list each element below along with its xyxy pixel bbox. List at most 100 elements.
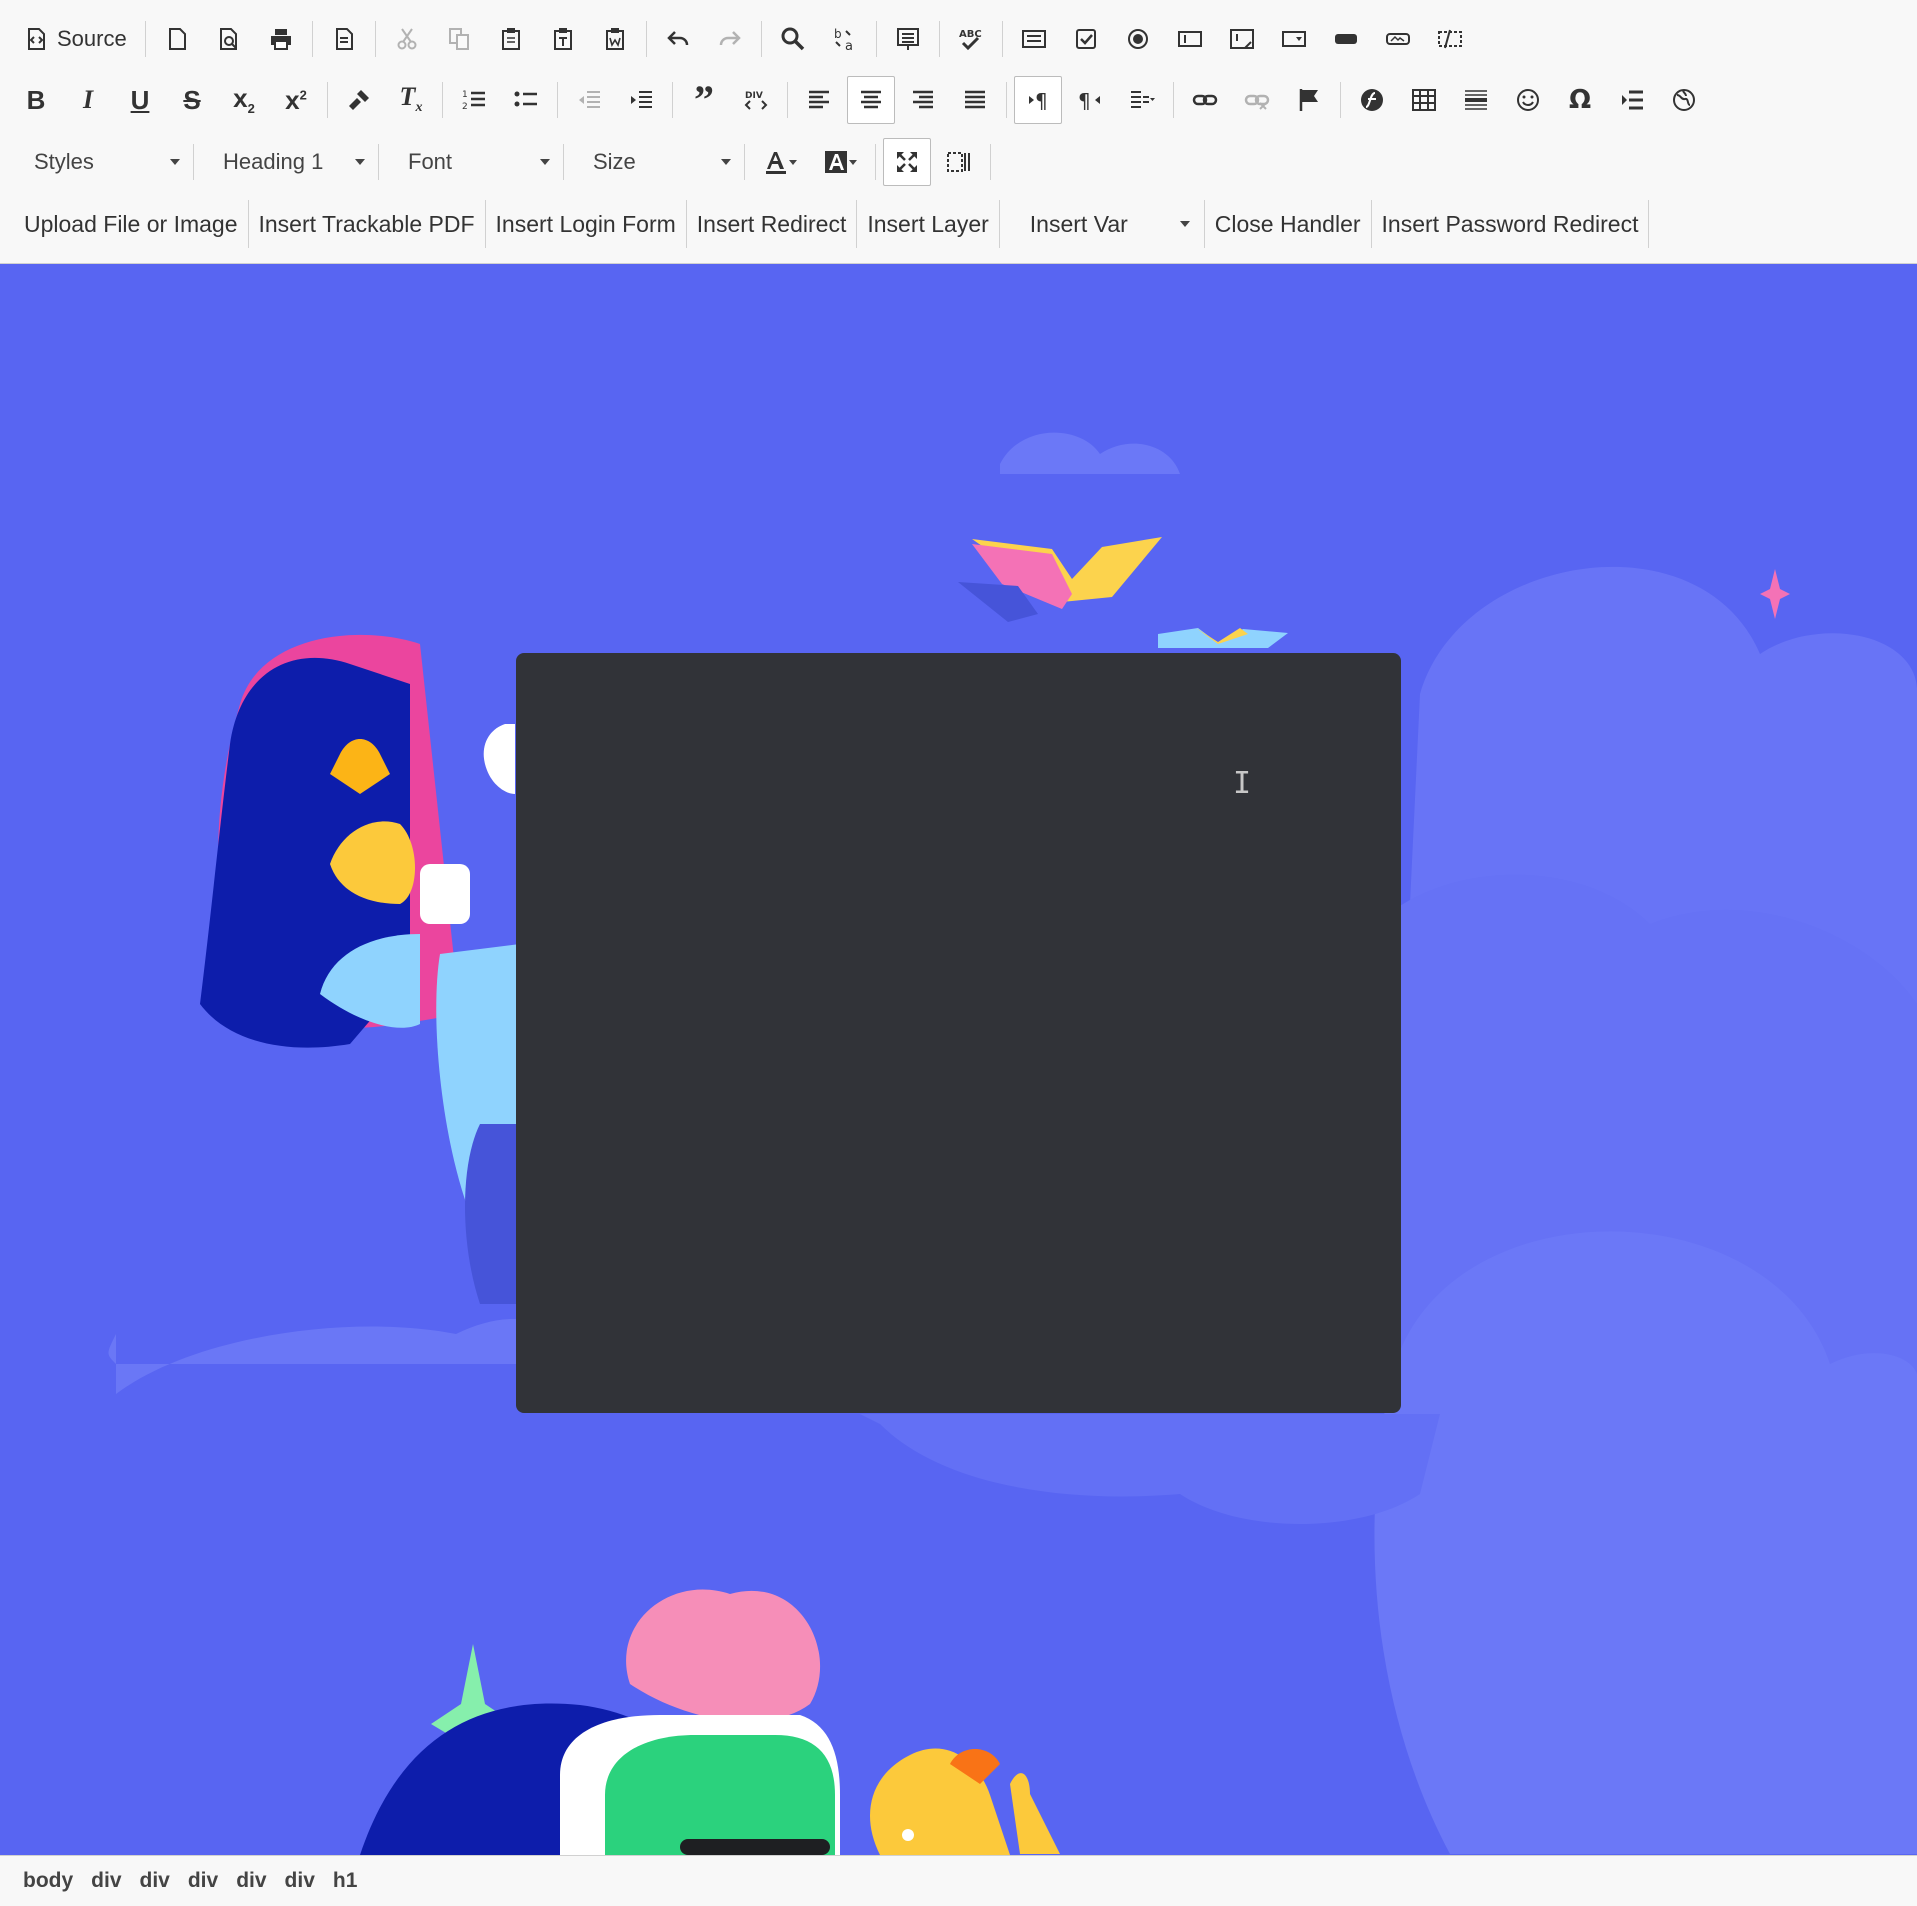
outdent-button[interactable] xyxy=(565,76,613,124)
anchor-button[interactable] xyxy=(1285,76,1333,124)
bulleted-list-button[interactable] xyxy=(502,76,550,124)
select-all-button[interactable] xyxy=(884,15,932,63)
redo-button[interactable] xyxy=(706,15,754,63)
blockquote-button[interactable]: ” xyxy=(680,76,728,124)
path-item-div[interactable]: div xyxy=(276,1869,324,1893)
content-panel[interactable] xyxy=(516,653,1401,1413)
remove-format-button[interactable]: Tx xyxy=(387,76,435,124)
subscript-button[interactable]: x2 xyxy=(220,76,268,124)
toolbar-row-2: B I U S x2 x2 Tx 12 ” DIV ¶ ¶ Ω xyxy=(10,72,1710,128)
find-button[interactable] xyxy=(769,15,817,63)
text-cursor-icon: I xyxy=(1233,766,1252,801)
justify-button[interactable] xyxy=(951,76,999,124)
format-dropdown[interactable]: Heading 1 xyxy=(199,140,373,184)
unlink-button[interactable] xyxy=(1233,76,1281,124)
search-icon xyxy=(781,27,804,51)
undo-button[interactable] xyxy=(654,15,702,63)
align-right-button[interactable] xyxy=(899,76,947,124)
chevron-down-icon xyxy=(540,159,550,165)
insert-layer-button[interactable]: Insert Layer xyxy=(857,200,1000,248)
form-button-button[interactable] xyxy=(1322,15,1370,63)
ltr-button[interactable]: ¶ xyxy=(1014,76,1062,124)
size-dropdown[interactable]: Size xyxy=(569,140,739,184)
source-button[interactable]: Source xyxy=(12,15,138,63)
paste-text-button[interactable] xyxy=(539,15,587,63)
close-handler-button[interactable]: Close Handler xyxy=(1205,200,1372,248)
special-char-button[interactable]: Ω xyxy=(1556,76,1604,124)
remove-format-icon: Tx xyxy=(399,82,423,116)
paste-word-button[interactable] xyxy=(591,15,639,63)
replace-button[interactable]: ba xyxy=(821,15,869,63)
print-button[interactable] xyxy=(257,15,305,63)
flash-button[interactable] xyxy=(1348,76,1396,124)
paintbrush-icon xyxy=(349,90,369,110)
maximize-icon xyxy=(897,152,917,172)
radio-button[interactable] xyxy=(1114,15,1162,63)
smiley-button[interactable] xyxy=(1504,76,1552,124)
insert-var-dropdown[interactable]: Insert Var xyxy=(1000,200,1205,248)
templates-button[interactable] xyxy=(320,15,368,63)
copy-button[interactable] xyxy=(435,15,483,63)
separator xyxy=(787,82,788,118)
create-div-button[interactable]: DIV xyxy=(732,76,780,124)
bulleted-list-icon xyxy=(514,91,537,107)
path-item-div[interactable]: div xyxy=(131,1869,179,1893)
bold-button[interactable]: B xyxy=(12,76,60,124)
insert-password-redirect-button[interactable]: Insert Password Redirect xyxy=(1372,200,1650,248)
horizontal-rule-button[interactable] xyxy=(1452,76,1500,124)
image-button-icon xyxy=(1385,33,1410,45)
text-field-button[interactable] xyxy=(1166,15,1214,63)
select-field-button[interactable] xyxy=(1270,15,1318,63)
font-label: Font xyxy=(408,149,453,174)
form-button[interactable] xyxy=(1010,15,1058,63)
font-dropdown[interactable]: Font xyxy=(384,140,558,184)
styles-dropdown[interactable]: Styles xyxy=(10,140,188,184)
indent-button[interactable] xyxy=(617,76,665,124)
separator xyxy=(760,21,762,57)
underline-button[interactable]: U xyxy=(116,76,164,124)
numbered-list-button[interactable]: 12 xyxy=(450,76,498,124)
image-button-button[interactable] xyxy=(1374,15,1422,63)
separator xyxy=(1006,82,1007,118)
preview-button[interactable] xyxy=(205,15,253,63)
show-blocks-button[interactable] xyxy=(935,138,983,186)
spellcheck-button[interactable]: ABC xyxy=(947,15,995,63)
upload-file-button[interactable]: Upload File or Image xyxy=(14,200,249,248)
book-illustration xyxy=(1158,628,1288,648)
path-item-div[interactable]: div xyxy=(82,1869,130,1893)
path-item-div[interactable]: div xyxy=(227,1869,275,1893)
path-item-body[interactable]: body xyxy=(14,1869,82,1893)
align-center-button[interactable] xyxy=(847,76,895,124)
page-break-button[interactable] xyxy=(1608,76,1656,124)
align-left-button[interactable] xyxy=(795,76,843,124)
cut-button[interactable] xyxy=(383,15,431,63)
new-page-button[interactable] xyxy=(153,15,201,63)
iframe-button[interactable] xyxy=(1660,76,1708,124)
italic-button[interactable]: I xyxy=(64,76,112,124)
path-item-div[interactable]: div xyxy=(179,1869,227,1893)
checkbox-button[interactable] xyxy=(1062,15,1110,63)
link-button[interactable] xyxy=(1181,76,1229,124)
table-button[interactable] xyxy=(1400,76,1448,124)
insert-redirect-button[interactable]: Insert Redirect xyxy=(687,200,858,248)
hidden-field-button[interactable] xyxy=(1426,15,1474,63)
justify-icon xyxy=(965,90,985,109)
textarea-button[interactable] xyxy=(1218,15,1266,63)
svg-text:1: 1 xyxy=(462,90,468,100)
text-color-button[interactable] xyxy=(752,138,808,186)
background-color-button[interactable] xyxy=(812,138,868,186)
language-button[interactable] xyxy=(1118,76,1166,124)
strikethrough-button[interactable]: S xyxy=(168,76,216,124)
editor-content[interactable]: I xyxy=(0,264,1917,1855)
flag-icon xyxy=(1299,89,1318,111)
size-label: Size xyxy=(593,149,636,174)
preview-icon xyxy=(219,28,237,50)
maximize-button[interactable] xyxy=(883,138,931,186)
copy-format-button[interactable] xyxy=(335,76,383,124)
rtl-button[interactable]: ¶ xyxy=(1066,76,1114,124)
insert-login-form-button[interactable]: Insert Login Form xyxy=(486,200,687,248)
path-item-h1[interactable]: h1 xyxy=(324,1869,367,1893)
paste-button[interactable] xyxy=(487,15,535,63)
insert-trackable-pdf-button[interactable]: Insert Trackable PDF xyxy=(249,200,486,248)
superscript-button[interactable]: x2 xyxy=(272,76,320,124)
